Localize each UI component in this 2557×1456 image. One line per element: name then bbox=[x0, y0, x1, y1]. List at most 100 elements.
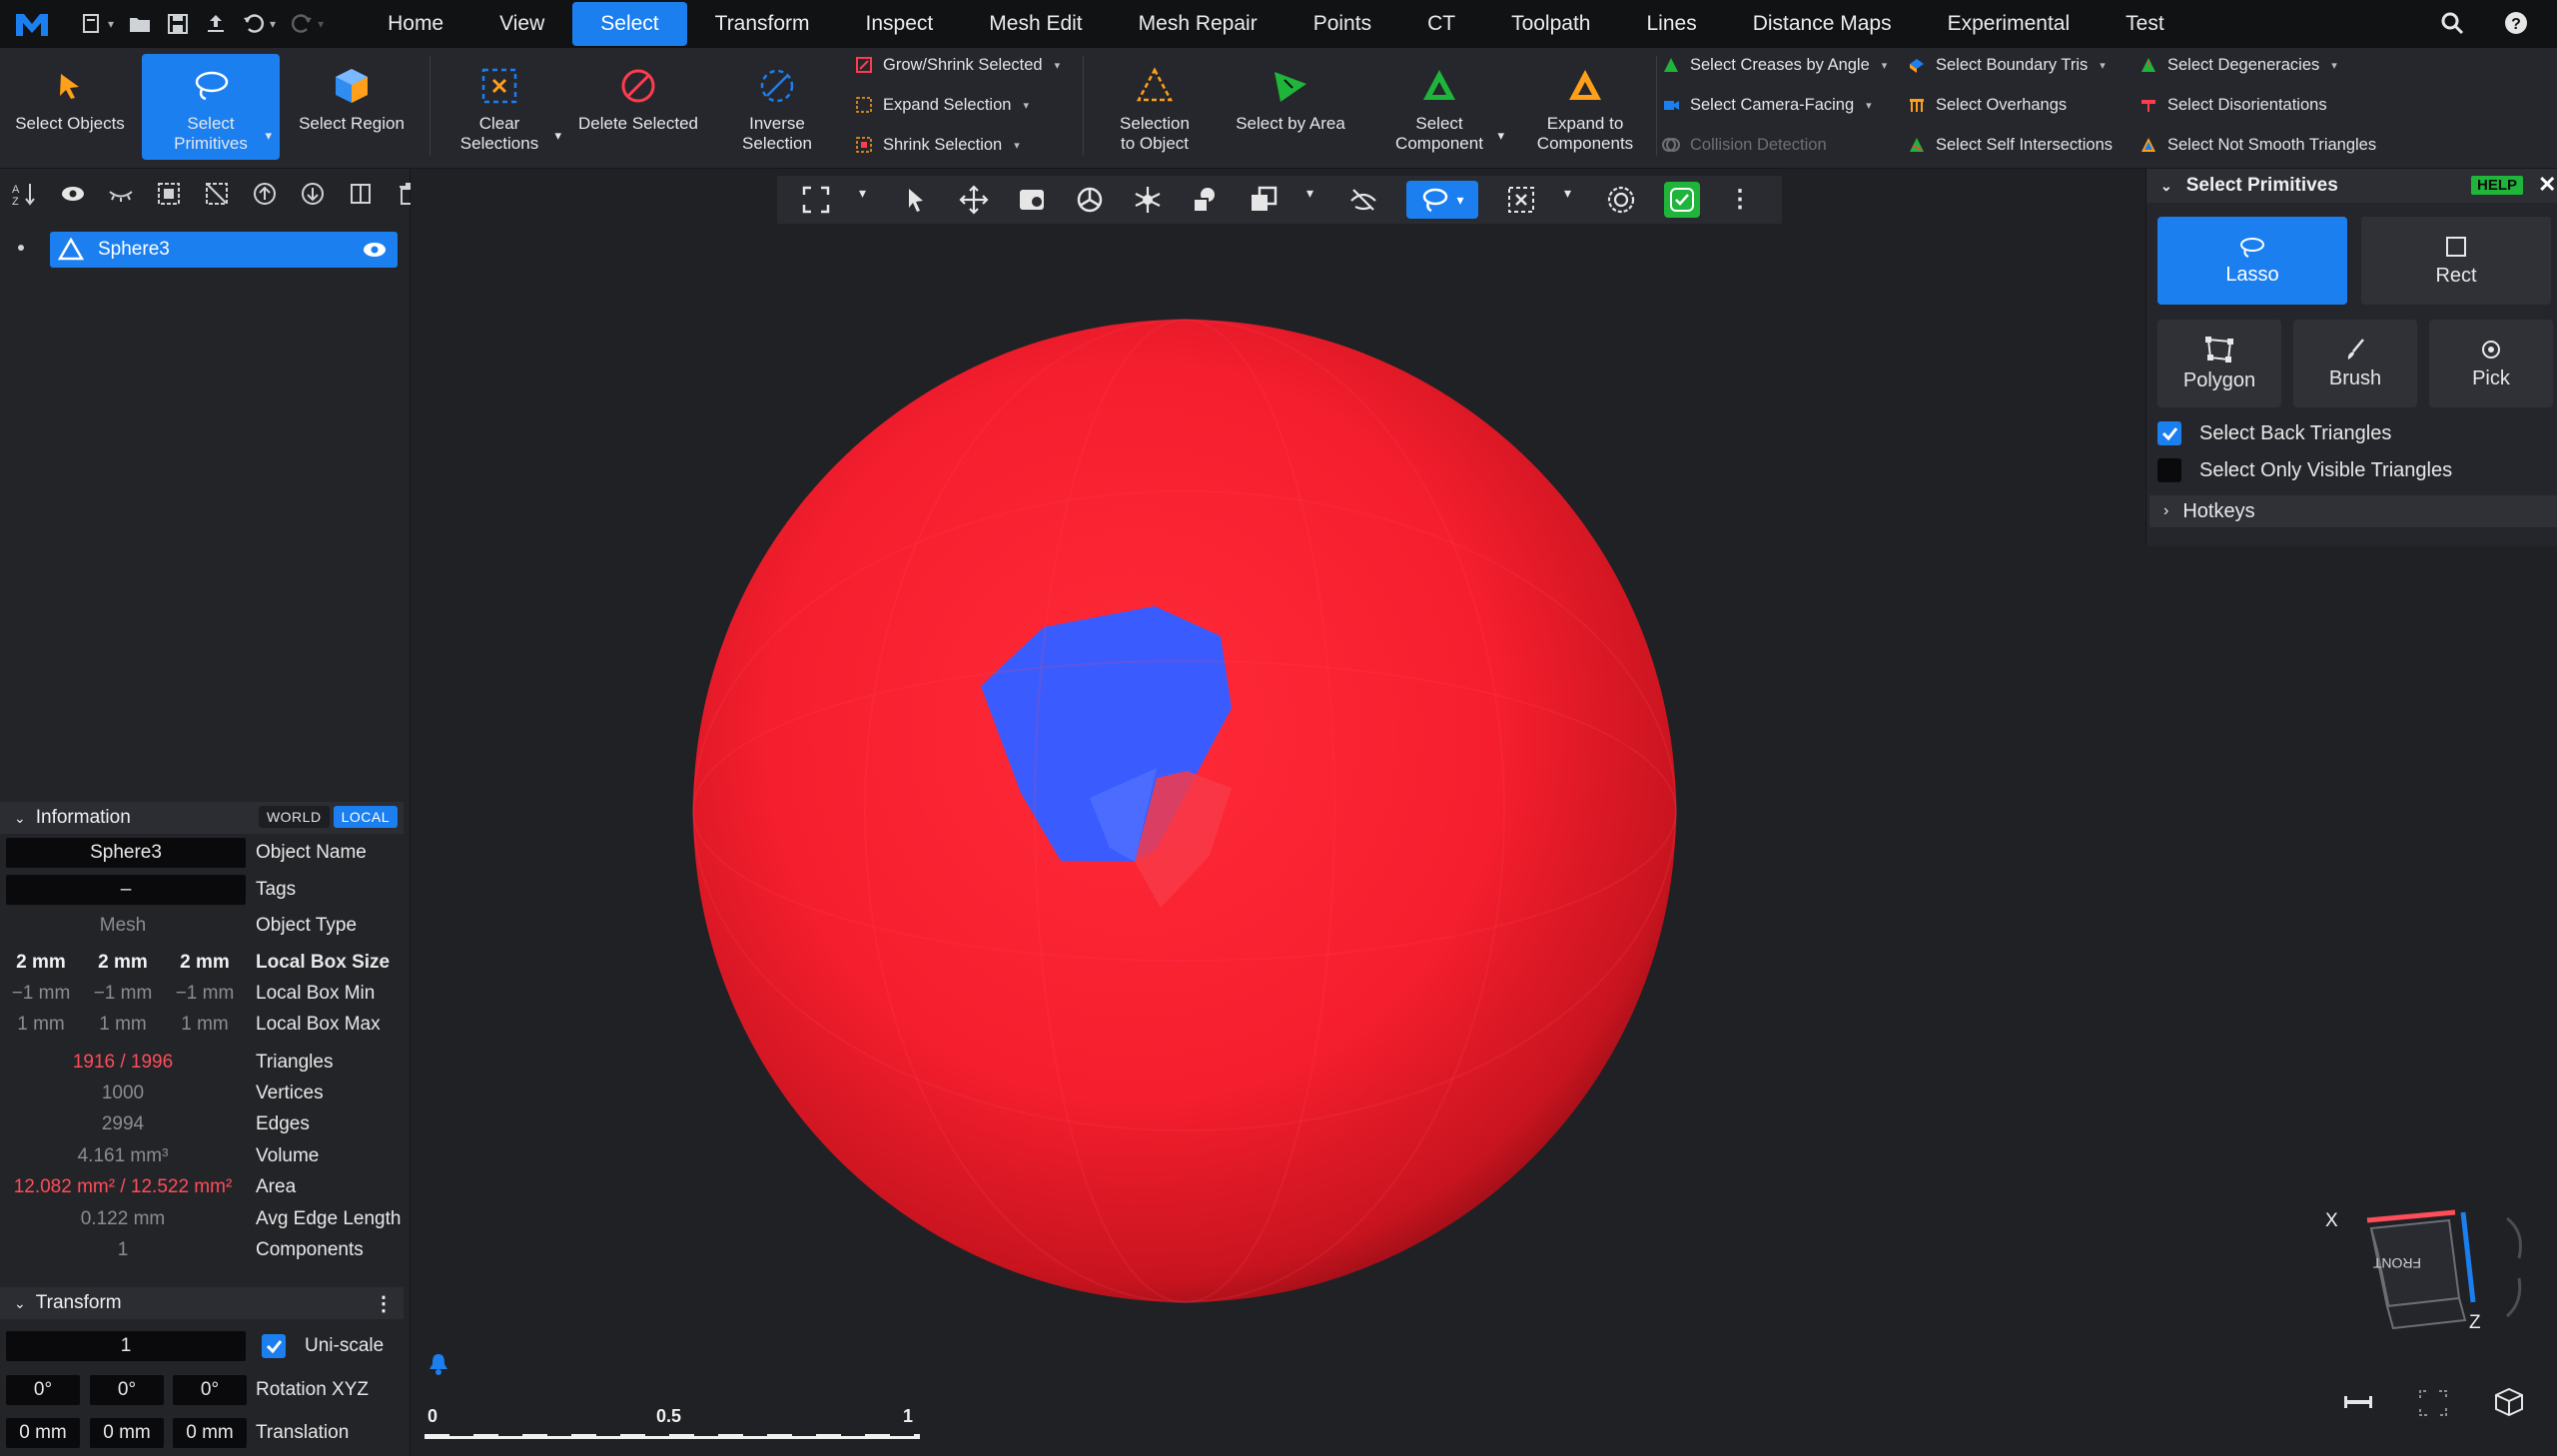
tab-toolpath[interactable]: Toolpath bbox=[1483, 2, 1618, 46]
paint-icon[interactable] bbox=[1017, 185, 1047, 215]
grow-shrink-selected-button[interactable]: Grow/Shrink Selected ▾ bbox=[855, 50, 1060, 80]
chevron-down-icon[interactable]: ▾ bbox=[859, 185, 873, 215]
select-self-intersections-button[interactable]: Select Self Intersections bbox=[1908, 130, 2113, 160]
select-region-button[interactable]: Select Region bbox=[292, 54, 412, 160]
select-by-area-button[interactable]: Select by Area bbox=[1221, 54, 1360, 160]
eye-closed-icon[interactable] bbox=[108, 181, 134, 207]
tab-lines[interactable]: Lines bbox=[1618, 2, 1724, 46]
translation-y-input[interactable]: 0 mm bbox=[90, 1418, 164, 1448]
visibility-eye-icon[interactable] bbox=[362, 241, 388, 259]
tab-test[interactable]: Test bbox=[2098, 2, 2192, 46]
move-icon[interactable] bbox=[959, 185, 989, 215]
inverse-selection-button[interactable]: Inverse Selection bbox=[717, 54, 837, 160]
move-up-icon[interactable] bbox=[252, 181, 278, 207]
chevron-down-icon[interactable]: ▾ bbox=[265, 126, 272, 146]
app-logo-icon[interactable] bbox=[14, 10, 50, 38]
tab-mesh-repair[interactable]: Mesh Repair bbox=[1111, 2, 1285, 46]
select-only-visible-checkbox[interactable] bbox=[2157, 458, 2181, 482]
select-degeneracies-button[interactable]: Select Degeneracies ▾ bbox=[2139, 50, 2337, 80]
rotation-z-input[interactable]: 0° bbox=[173, 1375, 247, 1405]
information-header[interactable]: ⌄ Information WORLD LOCAL bbox=[0, 802, 404, 834]
orientation-cube[interactable]: FRONT bbox=[2347, 1198, 2537, 1338]
split-icon[interactable] bbox=[348, 181, 374, 207]
search-icon[interactable] bbox=[2439, 10, 2465, 36]
view-cube-icon[interactable] bbox=[2493, 1386, 2525, 1418]
select-creases-button[interactable]: Select Creases by Angle ▾ bbox=[1662, 50, 1887, 80]
deselect-icon[interactable] bbox=[204, 181, 230, 207]
mode-pick-button[interactable]: Pick bbox=[2429, 320, 2553, 407]
tab-mesh-edit[interactable]: Mesh Edit bbox=[961, 2, 1110, 46]
pointer-icon[interactable] bbox=[901, 185, 931, 215]
select-camera-facing-button[interactable]: Select Camera-Facing ▾ bbox=[1662, 90, 1872, 120]
fit-view-icon[interactable] bbox=[801, 185, 831, 215]
scale-input[interactable]: 1 bbox=[6, 1331, 246, 1361]
hide-faces-icon[interactable] bbox=[1348, 185, 1378, 215]
object-name-input[interactable]: Sphere3 bbox=[6, 838, 246, 868]
select-back-triangles-checkbox[interactable] bbox=[2157, 421, 2181, 445]
translation-z-input[interactable]: 0 mm bbox=[173, 1418, 247, 1448]
tab-ct[interactable]: CT bbox=[1399, 2, 1483, 46]
tags-input[interactable]: – bbox=[6, 875, 246, 905]
overlap-icon[interactable] bbox=[1249, 185, 1278, 215]
transform-header[interactable]: ⌄ Transform ⋮ bbox=[0, 1287, 404, 1319]
expand-selection-button[interactable]: Expand Selection ▾ bbox=[855, 90, 1029, 120]
select-disorientations-button[interactable]: Select Disorientations bbox=[2139, 90, 2327, 120]
translation-x-input[interactable]: 0 mm bbox=[6, 1418, 80, 1448]
select-objects-button[interactable]: Select Objects bbox=[8, 54, 132, 160]
chevron-down-icon[interactable]: ▾ bbox=[1497, 126, 1504, 146]
shapes-icon[interactable] bbox=[1191, 185, 1221, 215]
fit-screen-icon[interactable] bbox=[2417, 1388, 2449, 1418]
ruler-icon[interactable] bbox=[2342, 1393, 2374, 1413]
export-button[interactable] bbox=[204, 12, 228, 36]
select-overhangs-button[interactable]: Select Overhangs bbox=[1908, 90, 2067, 120]
redo-button[interactable]: ▾ bbox=[290, 12, 324, 36]
open-folder-button[interactable] bbox=[128, 12, 152, 36]
clear-selections-button[interactable]: Clear Selections ▾ bbox=[435, 54, 563, 160]
help-icon[interactable]: ? bbox=[2503, 10, 2529, 36]
tab-transform[interactable]: Transform bbox=[687, 2, 838, 46]
collision-detection-button[interactable]: Collision Detection bbox=[1662, 130, 1827, 160]
close-icon[interactable]: ✕ bbox=[2538, 172, 2556, 198]
bell-icon[interactable] bbox=[427, 1352, 449, 1376]
select-primitives-button[interactable]: Select Primitives ▾ bbox=[142, 54, 280, 160]
tab-points[interactable]: Points bbox=[1285, 2, 1399, 46]
tab-home[interactable]: Home bbox=[360, 2, 471, 46]
expand-to-components-button[interactable]: Expand to Components bbox=[1520, 54, 1650, 160]
undo-button[interactable]: ▾ bbox=[242, 12, 276, 36]
tab-inspect[interactable]: Inspect bbox=[838, 2, 962, 46]
mode-polygon-button[interactable]: Polygon bbox=[2157, 320, 2281, 407]
tab-experimental[interactable]: Experimental bbox=[1920, 2, 2099, 46]
eye-icon[interactable] bbox=[60, 181, 86, 207]
chevron-down-icon[interactable]: ▾ bbox=[1564, 185, 1578, 215]
chevron-down-icon[interactable]: ▾ bbox=[554, 126, 561, 146]
delete-selected-button[interactable]: Delete Selected bbox=[569, 54, 707, 160]
sort-icon[interactable]: AZ bbox=[12, 181, 38, 208]
tab-select[interactable]: Select bbox=[572, 2, 687, 46]
mode-brush-button[interactable]: Brush bbox=[2293, 320, 2417, 407]
scene-object-sphere3[interactable]: Sphere3 bbox=[50, 232, 398, 268]
chevron-down-icon[interactable]: ▾ bbox=[1306, 185, 1320, 215]
more-options-icon[interactable]: ⋮ bbox=[374, 1291, 394, 1316]
world-toggle[interactable]: WORLD bbox=[258, 806, 330, 828]
lasso-mode-toggle[interactable]: ▾ bbox=[1406, 181, 1478, 219]
rotation-y-input[interactable]: 0° bbox=[90, 1375, 164, 1405]
move-down-icon[interactable] bbox=[300, 181, 326, 207]
select-not-smooth-button[interactable]: Select Not Smooth Triangles bbox=[2139, 130, 2376, 160]
uniscale-checkbox[interactable] bbox=[262, 1334, 286, 1358]
rotation-x-input[interactable]: 0° bbox=[6, 1375, 80, 1405]
tab-view[interactable]: View bbox=[471, 2, 572, 46]
hotkeys-collapsible[interactable]: › Hotkeys bbox=[2149, 495, 2557, 527]
more-vertical-icon[interactable]: ⋮ bbox=[1728, 185, 1752, 215]
mode-lasso-button[interactable]: Lasso bbox=[2157, 217, 2347, 305]
select-all-icon[interactable] bbox=[156, 181, 182, 207]
orbit-icon[interactable] bbox=[1075, 185, 1105, 215]
tab-distance-maps[interactable]: Distance Maps bbox=[1725, 2, 1920, 46]
mode-rect-button[interactable]: Rect bbox=[2361, 217, 2551, 305]
selection-to-object-button[interactable]: Selection to Object bbox=[1095, 54, 1215, 160]
local-toggle[interactable]: LOCAL bbox=[333, 806, 398, 828]
select-boundary-tris-button[interactable]: Select Boundary Tris ▾ bbox=[1908, 50, 2106, 80]
shrink-selection-button[interactable]: Shrink Selection ▾ bbox=[855, 130, 1020, 160]
confirm-check-button[interactable] bbox=[1664, 182, 1700, 218]
new-file-button[interactable]: ▾ bbox=[80, 12, 114, 36]
clear-box-icon[interactable] bbox=[1506, 185, 1536, 215]
